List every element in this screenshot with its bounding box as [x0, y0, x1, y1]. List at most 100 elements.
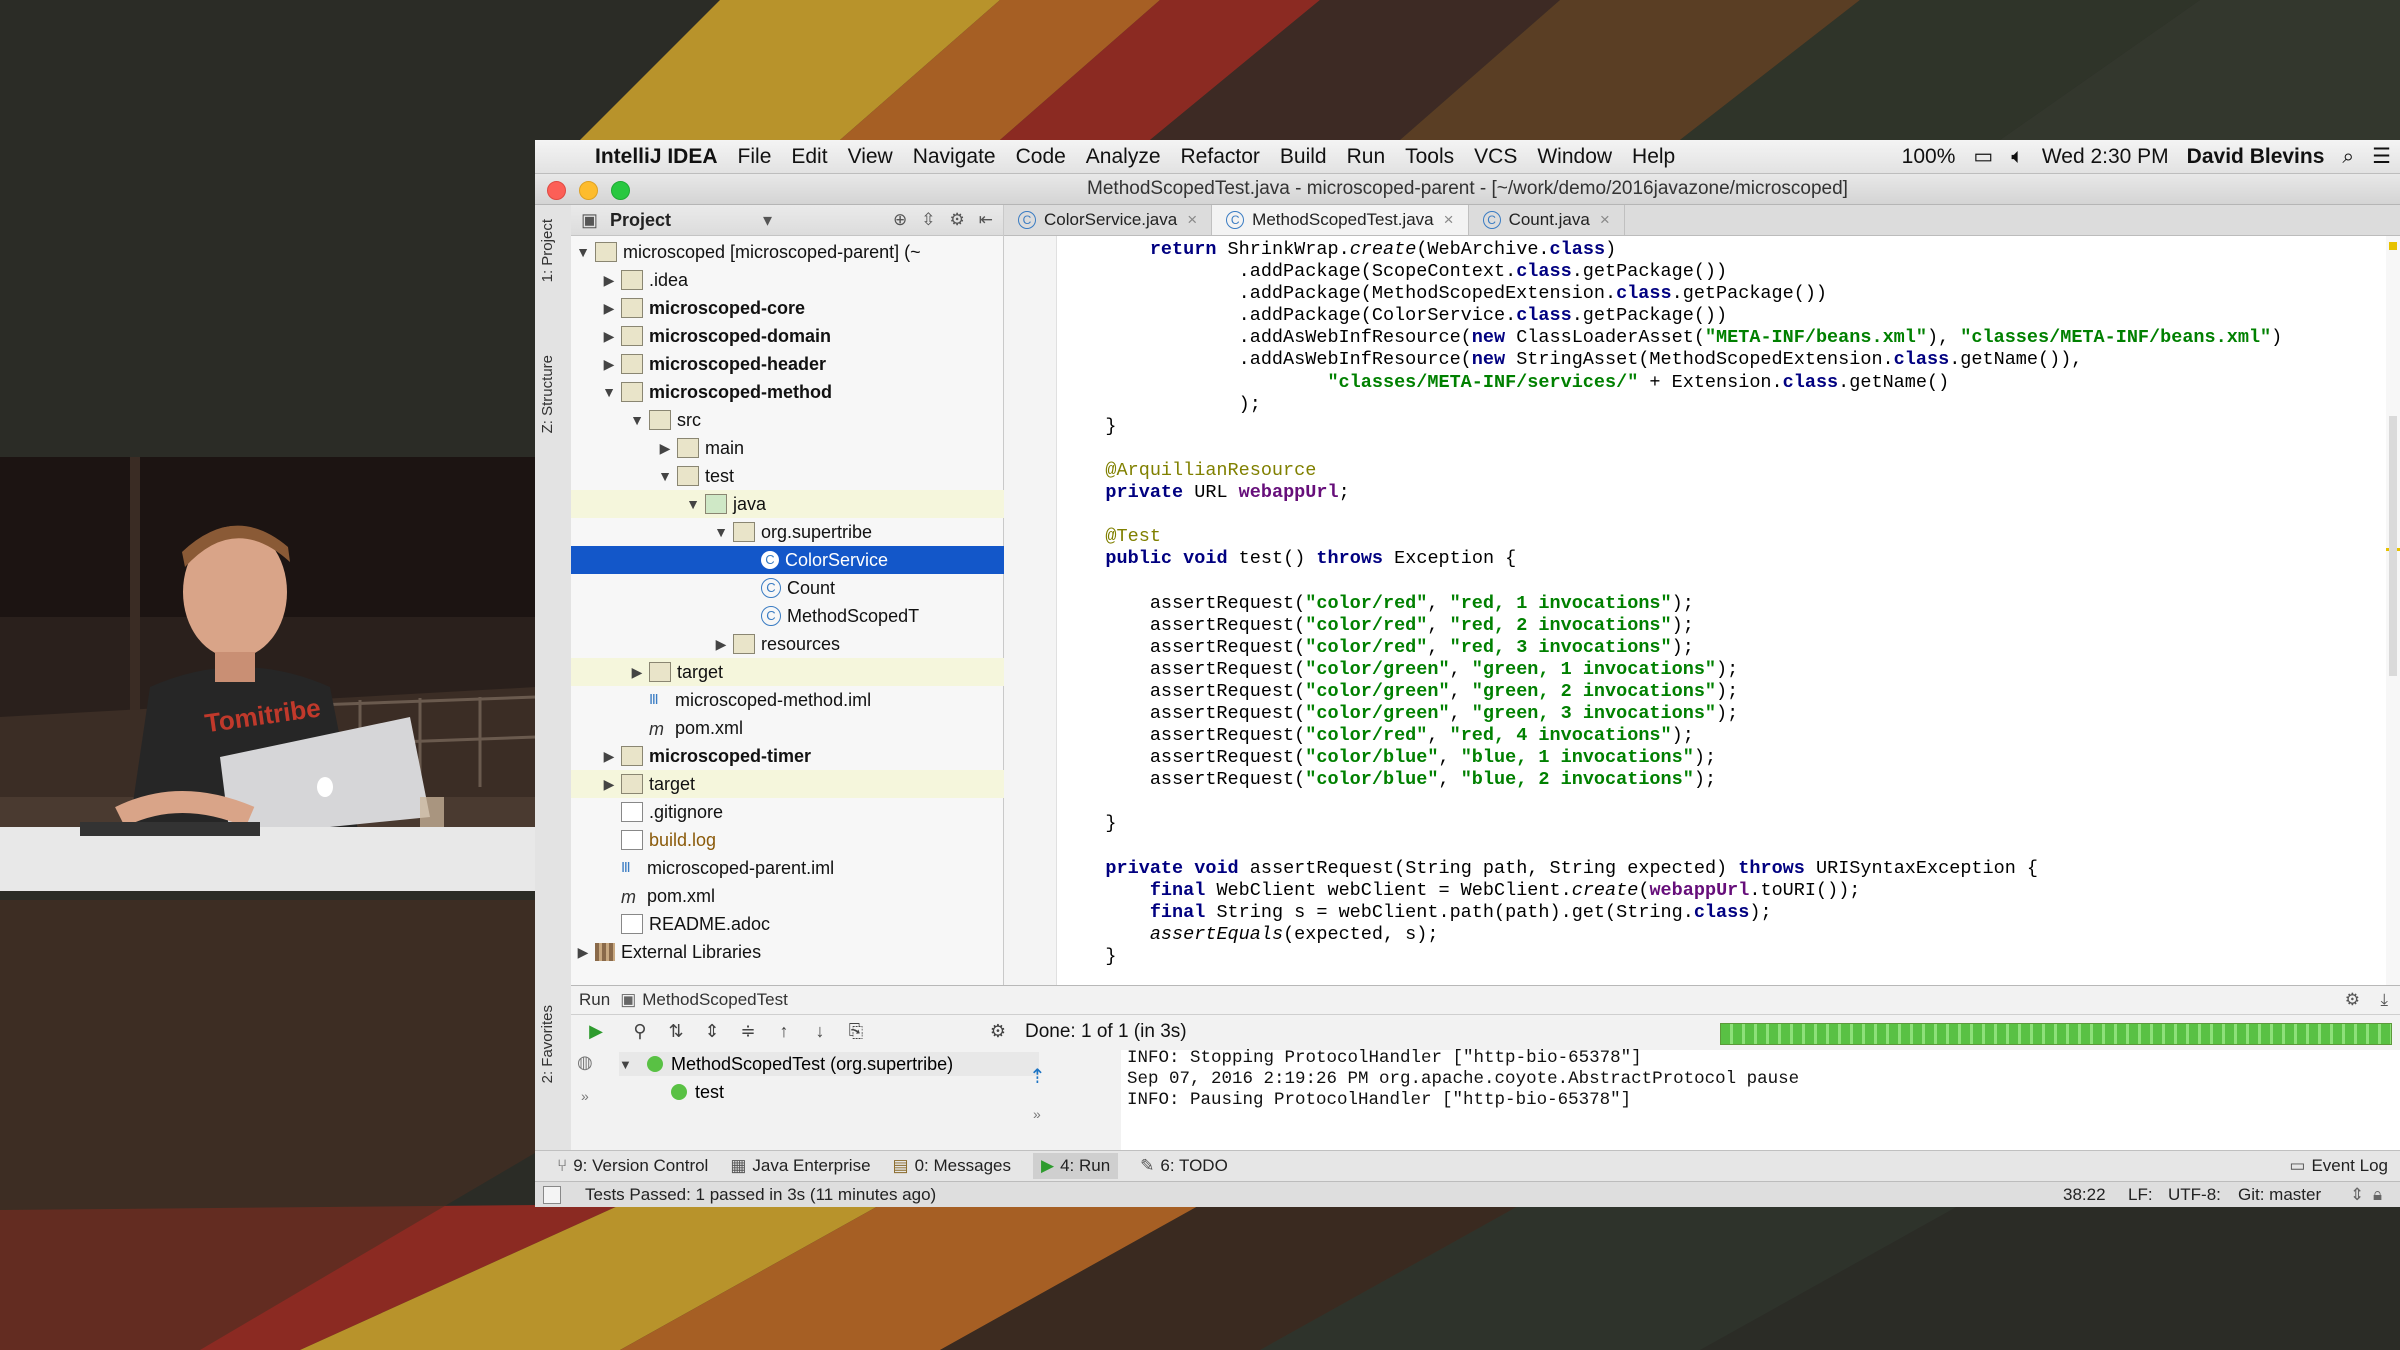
up-arrow-icon[interactable]: ⇡ — [1029, 1064, 1046, 1089]
tree-item[interactable]: ▶ microscoped-core — [571, 294, 1033, 322]
close-tab-icon[interactable]: × — [1444, 210, 1454, 230]
menu-build[interactable]: Build — [1280, 145, 1327, 169]
code-line[interactable]: assertRequest("color/red", "red, 1 invoc… — [1061, 593, 2282, 615]
menu-tools[interactable]: Tools — [1405, 145, 1454, 169]
tab-run[interactable]: ▶ 4: Run — [1032, 1153, 1119, 1179]
tree-item[interactable]: m pom.xml — [571, 714, 1077, 742]
notification-center-icon[interactable]: ☰ — [2372, 144, 2391, 169]
locate-icon[interactable]: ⊕ — [893, 210, 907, 230]
code-line[interactable]: } — [1061, 813, 2282, 835]
git-branch[interactable]: Git: master — [2238, 1185, 2321, 1205]
test-case-row[interactable]: test — [671, 1080, 724, 1104]
tree-item[interactable]: Ⅲmicroscoped-parent.iml — [571, 854, 1049, 882]
tab-version-control[interactable]: ⑂ 9: Version Control — [557, 1156, 708, 1176]
code-line[interactable]: assertEquals(expected, s); — [1061, 924, 2282, 946]
menu-edit[interactable]: Edit — [791, 145, 827, 169]
tree-item[interactable]: build.log — [571, 826, 1049, 854]
view-selector-chevron-icon[interactable]: ▾ — [763, 210, 772, 231]
code-line[interactable]: ); — [1061, 394, 2282, 416]
tree-item[interactable]: ▼ microscoped-method — [571, 378, 1033, 406]
panel-settings-gear-icon[interactable]: ⚙ — [2345, 990, 2360, 1010]
tree-item[interactable]: ▶ microscoped-timer — [571, 742, 1033, 770]
code-line[interactable]: private void assertRequest(String path, … — [1061, 858, 2282, 880]
code-line[interactable]: public void test() throws Exception { — [1061, 548, 2282, 570]
chevron-down-icon[interactable]: ▼ — [629, 412, 645, 428]
toggle-tool-windows-icon[interactable] — [543, 1186, 561, 1204]
run-config-name[interactable]: MethodScopedTest — [642, 990, 788, 1010]
editor-scrollbar[interactable] — [2386, 236, 2400, 986]
test-settings-gear-icon[interactable]: ⚙ — [987, 1021, 1009, 1043]
code-line[interactable]: "classes/META-INF/services/" + Extension… — [1061, 372, 2282, 394]
code-line[interactable] — [1061, 438, 2282, 460]
tree-item[interactable]: ▶ target — [571, 770, 1033, 798]
code-line[interactable]: .addPackage(ScopeContext.class.getPackag… — [1061, 261, 2282, 283]
menu-refactor[interactable]: Refactor — [1181, 145, 1260, 169]
tree-item[interactable]: ▶ microscoped-header — [571, 350, 1033, 378]
close-tab-icon[interactable]: × — [1600, 210, 1610, 230]
chevron-down-icon[interactable]: ▼ — [713, 524, 729, 540]
code-line[interactable] — [1061, 570, 2282, 592]
menu-file[interactable]: File — [738, 145, 772, 169]
code-line[interactable]: assertRequest("color/blue", "blue, 1 inv… — [1061, 747, 2282, 769]
spotlight-search-icon[interactable]: ⌕ — [2342, 145, 2354, 169]
tab-java-enterprise[interactable]: ▦ Java Enterprise — [730, 1156, 870, 1176]
chevron-right-icon[interactable]: ▶ — [657, 440, 673, 457]
code-line[interactable]: assertRequest("color/green", "green, 2 i… — [1061, 681, 2282, 703]
chevron-right-icon[interactable]: ▶ — [601, 272, 617, 289]
collapse-all-icon[interactable]: ≑ — [737, 1021, 759, 1043]
battery-percent[interactable]: 100% — [1902, 145, 1956, 169]
hide-panel-icon[interactable]: ⤓ — [2380, 990, 2388, 1010]
chevron-right-icon[interactable]: ▶ — [713, 636, 729, 653]
chevron-right-icon[interactable]: ▶ — [601, 356, 617, 373]
menu-code[interactable]: Code — [1016, 145, 1066, 169]
tree-item[interactable]: ▶ target — [571, 658, 1061, 686]
event-log-button[interactable]: ▭ Event Log — [2289, 1156, 2388, 1176]
warning-marker[interactable] — [2389, 242, 2397, 250]
rerun-icon[interactable]: ▶ — [585, 1021, 607, 1043]
next-icon[interactable]: ↓ — [809, 1021, 831, 1043]
tree-item[interactable]: m pom.xml — [571, 882, 1049, 910]
expand-all-icon[interactable]: ⇕ — [701, 1021, 723, 1043]
menu-app[interactable]: IntelliJ IDEA — [595, 145, 718, 169]
tree-item[interactable]: .gitignore — [571, 798, 1049, 826]
code-line[interactable]: .addPackage(MethodScopedExtension.class.… — [1061, 283, 2282, 305]
code-line[interactable]: assertRequest("color/green", "green, 3 i… — [1061, 703, 2282, 725]
code-line[interactable]: } — [1061, 416, 2282, 438]
file-encoding[interactable]: UTF-8: — [2168, 1185, 2221, 1205]
code-line[interactable]: @ArquillianResource — [1061, 460, 2282, 482]
tab-count-java[interactable]: C Count.java × — [1469, 205, 1625, 235]
menu-view[interactable]: View — [848, 145, 893, 169]
battery-icon[interactable]: ▭ — [1973, 144, 1993, 169]
clock[interactable]: Wed 2:30 PM — [2042, 145, 2169, 169]
tab-project-tool[interactable]: 1: Project — [539, 219, 556, 282]
chevron-down-icon[interactable]: ▼ — [575, 244, 591, 260]
pin-icon[interactable]: ◍ — [577, 1052, 593, 1073]
code-editor[interactable]: C ColorService.java × C MethodScopedTest.ja… — [1004, 205, 2400, 986]
tab-colorservice-java[interactable]: C ColorService.java × — [1004, 205, 1213, 235]
close-tab-icon[interactable]: × — [1187, 210, 1197, 230]
console-output[interactable]: INFO: Stopping ProtocolHandler ["http-bi… — [1121, 1048, 2400, 1150]
caret-position[interactable]: 38:22 — [2063, 1185, 2106, 1205]
code-line[interactable]: assertRequest("color/blue", "blue, 2 inv… — [1061, 769, 2282, 791]
test-suite-row[interactable]: ▼ MethodScopedTest (org.supertribe) — [619, 1052, 1039, 1076]
code-line[interactable]: } — [1061, 946, 2282, 968]
settings-gear-icon[interactable]: ⚙ — [950, 210, 965, 230]
code-line[interactable] — [1061, 836, 2282, 858]
code-line[interactable]: .addAsWebInfResource(new ClassLoaderAsse… — [1061, 327, 2283, 349]
code-line[interactable]: @Test — [1061, 526, 2282, 548]
code-line[interactable] — [1061, 504, 2282, 526]
chevron-down-icon[interactable]: ▼ — [685, 496, 701, 512]
chevron-down-icon[interactable]: ▼ — [619, 1057, 639, 1072]
volume-icon[interactable]: 🔈︎ — [2011, 145, 2024, 169]
editor-gutter[interactable] — [1004, 236, 1057, 986]
code-line[interactable]: return ShrinkWrap.create(WebArchive.clas… — [1061, 239, 2282, 261]
tab-favorites-tool[interactable]: 2: Favorites — [539, 1005, 556, 1083]
tree-item[interactable]: ▼ src — [571, 406, 1061, 434]
tree-item[interactable]: README.adoc — [571, 910, 1049, 938]
code-line[interactable]: private URL webappUrl; — [1061, 482, 2282, 504]
code-line[interactable]: assertRequest("color/red", "red, 3 invoc… — [1061, 637, 2282, 659]
tab-messages[interactable]: ▤ 0: Messages — [893, 1156, 1011, 1176]
code-line[interactable]: .addPackage(ColorService.class.getPackag… — [1061, 305, 2282, 327]
lock-icon[interactable]: 🔒︎ — [2373, 1185, 2382, 1205]
code-line[interactable] — [1061, 791, 2282, 813]
